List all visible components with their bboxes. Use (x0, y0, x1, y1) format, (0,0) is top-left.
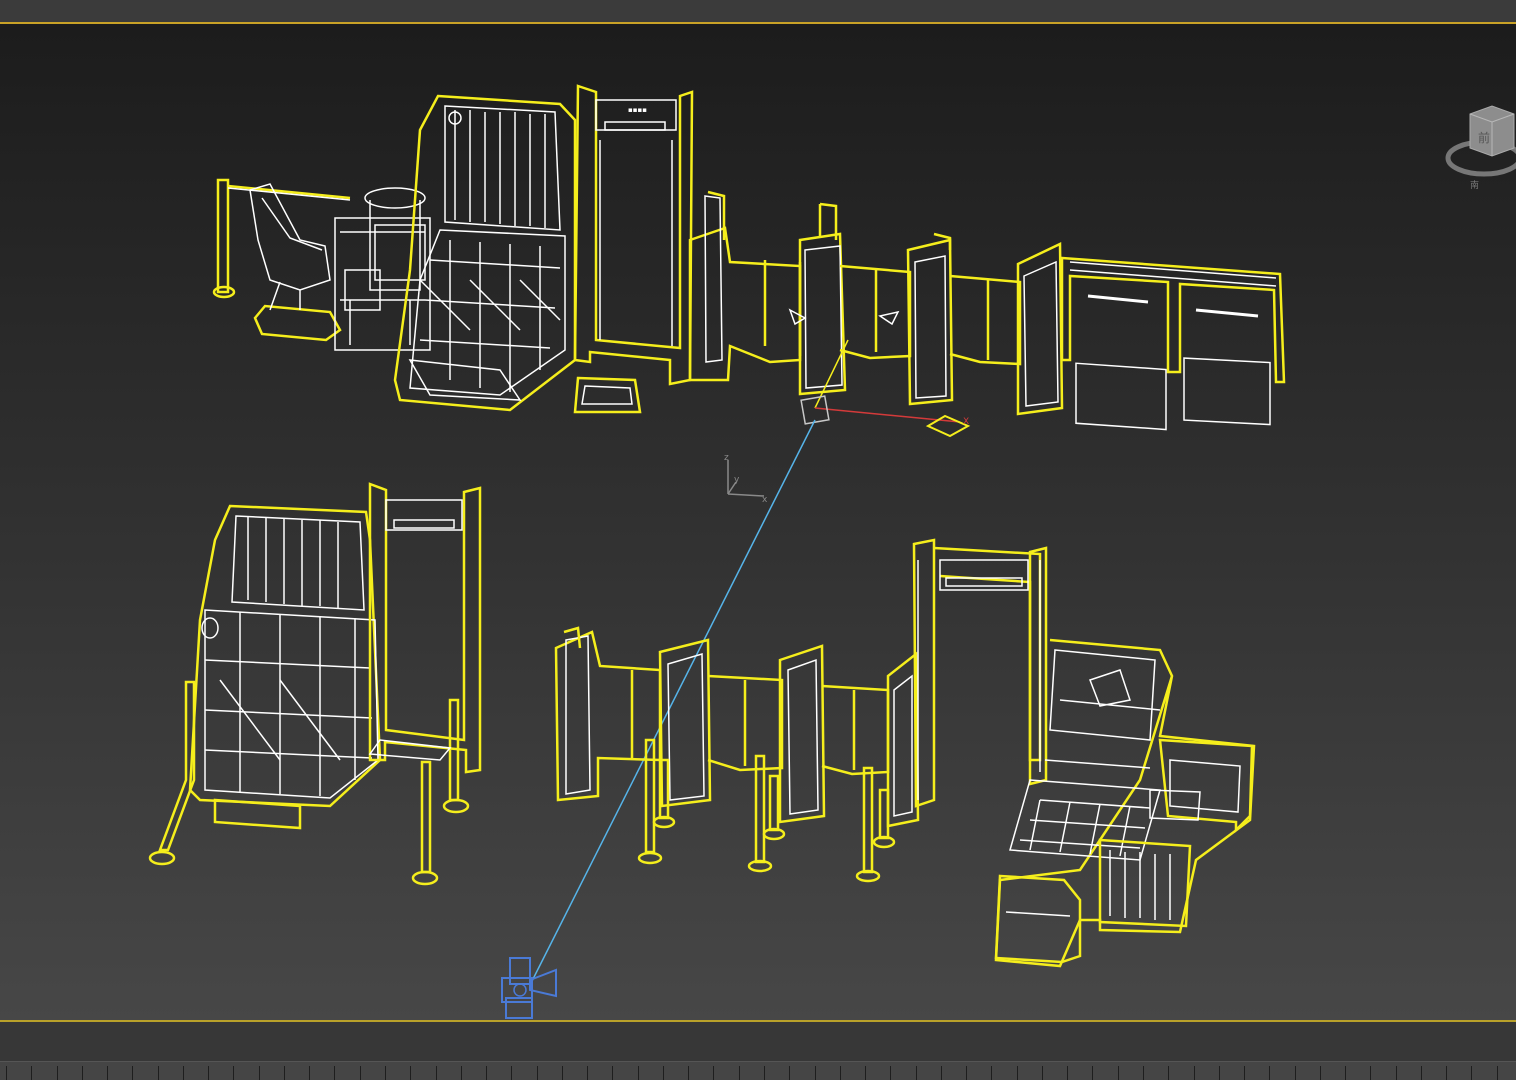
metal-detector-bottom-left[interactable] (368, 482, 482, 774)
tray[interactable] (573, 376, 642, 414)
timeline-tick (132, 1066, 133, 1080)
svg-text:X: X (963, 417, 969, 427)
timeline-tick (6, 1066, 7, 1080)
timeline-tick (638, 1066, 639, 1080)
timeline-tick (1168, 1066, 1169, 1080)
timeline-tick (208, 1066, 209, 1080)
svg-text:前: 前 (1478, 130, 1490, 145)
timeline-tick (259, 1066, 260, 1080)
timeline-tick (410, 1066, 411, 1080)
camera-icon[interactable] (501, 957, 557, 1019)
timeline-tick (360, 1066, 361, 1080)
timeline-tick (107, 1066, 108, 1080)
timeline-tick (1143, 1066, 1144, 1080)
timeline-tick (1118, 1066, 1119, 1080)
view-cube-icon[interactable]: 前 南 (1436, 98, 1516, 198)
timeline-tick (1446, 1066, 1447, 1080)
timeline-tick (966, 1066, 967, 1080)
max-app-window: ▪▪▪▪ X z y x 前 南 (0, 0, 1516, 1080)
timeline-tick (764, 1066, 765, 1080)
timeline-tick (537, 1066, 538, 1080)
timeline-tick (713, 1066, 714, 1080)
timeline-tick (1421, 1066, 1422, 1080)
timeline-tick (1067, 1066, 1068, 1080)
timeline-tick (284, 1066, 285, 1080)
svg-text:▪▪▪▪: ▪▪▪▪ (628, 106, 647, 114)
timeline-tick (158, 1066, 159, 1080)
timeline-tick (486, 1066, 487, 1080)
timeline-tick (183, 1066, 184, 1080)
timeline-tick (82, 1066, 83, 1080)
perspective-viewport[interactable]: ▪▪▪▪ X z y x 前 南 (0, 24, 1516, 1020)
timeline-tick (1370, 1066, 1371, 1080)
timeline-tick (1219, 1066, 1220, 1080)
timeline-tick (789, 1066, 790, 1080)
timeline-tick (1042, 1066, 1043, 1080)
timeline-tick (1092, 1066, 1093, 1080)
metal-detector-top[interactable]: ▪▪▪▪ (573, 84, 694, 386)
timeline-tick (1497, 1066, 1498, 1080)
timeline-tick (612, 1066, 613, 1080)
timeline-tick (1295, 1066, 1296, 1080)
timeline-tick (815, 1066, 816, 1080)
timeline-tick (688, 1066, 689, 1080)
bottom-panel (0, 1022, 1516, 1080)
timeline-tick (739, 1066, 740, 1080)
timeline-tick (1194, 1066, 1195, 1080)
timeline-tick (840, 1066, 841, 1080)
viewport-top-bar (0, 0, 1516, 24)
timeline-tick (1269, 1066, 1270, 1080)
scene-wireframe: ▪▪▪▪ X (148, 84, 1286, 1019)
axis-tripod-icon: z y x (724, 453, 768, 505)
metal-detector-bottom-right[interactable] (912, 538, 1048, 808)
timeline-tick (991, 1066, 992, 1080)
timeline-ruler[interactable] (0, 1061, 1516, 1080)
svg-text:x: x (762, 495, 768, 505)
baggage-inspection-station[interactable] (994, 638, 1256, 968)
svg-text:南: 南 (1470, 179, 1479, 191)
xray-scanner-top[interactable] (393, 94, 577, 412)
svg-text:y: y (734, 475, 740, 485)
timeline-tick (916, 1066, 917, 1080)
timeline-tick (941, 1066, 942, 1080)
timeline-tick (57, 1066, 58, 1080)
timeline-tick (385, 1066, 386, 1080)
timeline-tick (1244, 1066, 1245, 1080)
timeline-tick (587, 1066, 588, 1080)
svg-text:z: z (724, 453, 729, 463)
timeline-tick (865, 1066, 866, 1080)
timeline-tick (334, 1066, 335, 1080)
stanchions-bottom-middle[interactable] (637, 738, 896, 883)
guard-rail-top[interactable] (1060, 256, 1286, 431)
timeline-tick (1471, 1066, 1472, 1080)
timeline-tick (1345, 1066, 1346, 1080)
timeline-tick (663, 1066, 664, 1080)
xray-scanner-bottom[interactable] (188, 504, 382, 830)
timeline-tick (1320, 1066, 1321, 1080)
timeline-tick (31, 1066, 32, 1080)
timeline-tick (1396, 1066, 1397, 1080)
timeline-tick (562, 1066, 563, 1080)
timeline-tick (890, 1066, 891, 1080)
move-gizmo-icon[interactable]: X (800, 339, 971, 438)
speed-gates-top[interactable] (688, 190, 1064, 416)
timeline-tick (309, 1066, 310, 1080)
timeline-tick (436, 1066, 437, 1080)
stanchions-bottom-left[interactable] (148, 680, 470, 886)
timeline-tick (233, 1066, 234, 1080)
timeline-tick (511, 1066, 512, 1080)
office-chair[interactable] (249, 183, 342, 342)
timeline-tick (461, 1066, 462, 1080)
timeline-tick (1017, 1066, 1018, 1080)
